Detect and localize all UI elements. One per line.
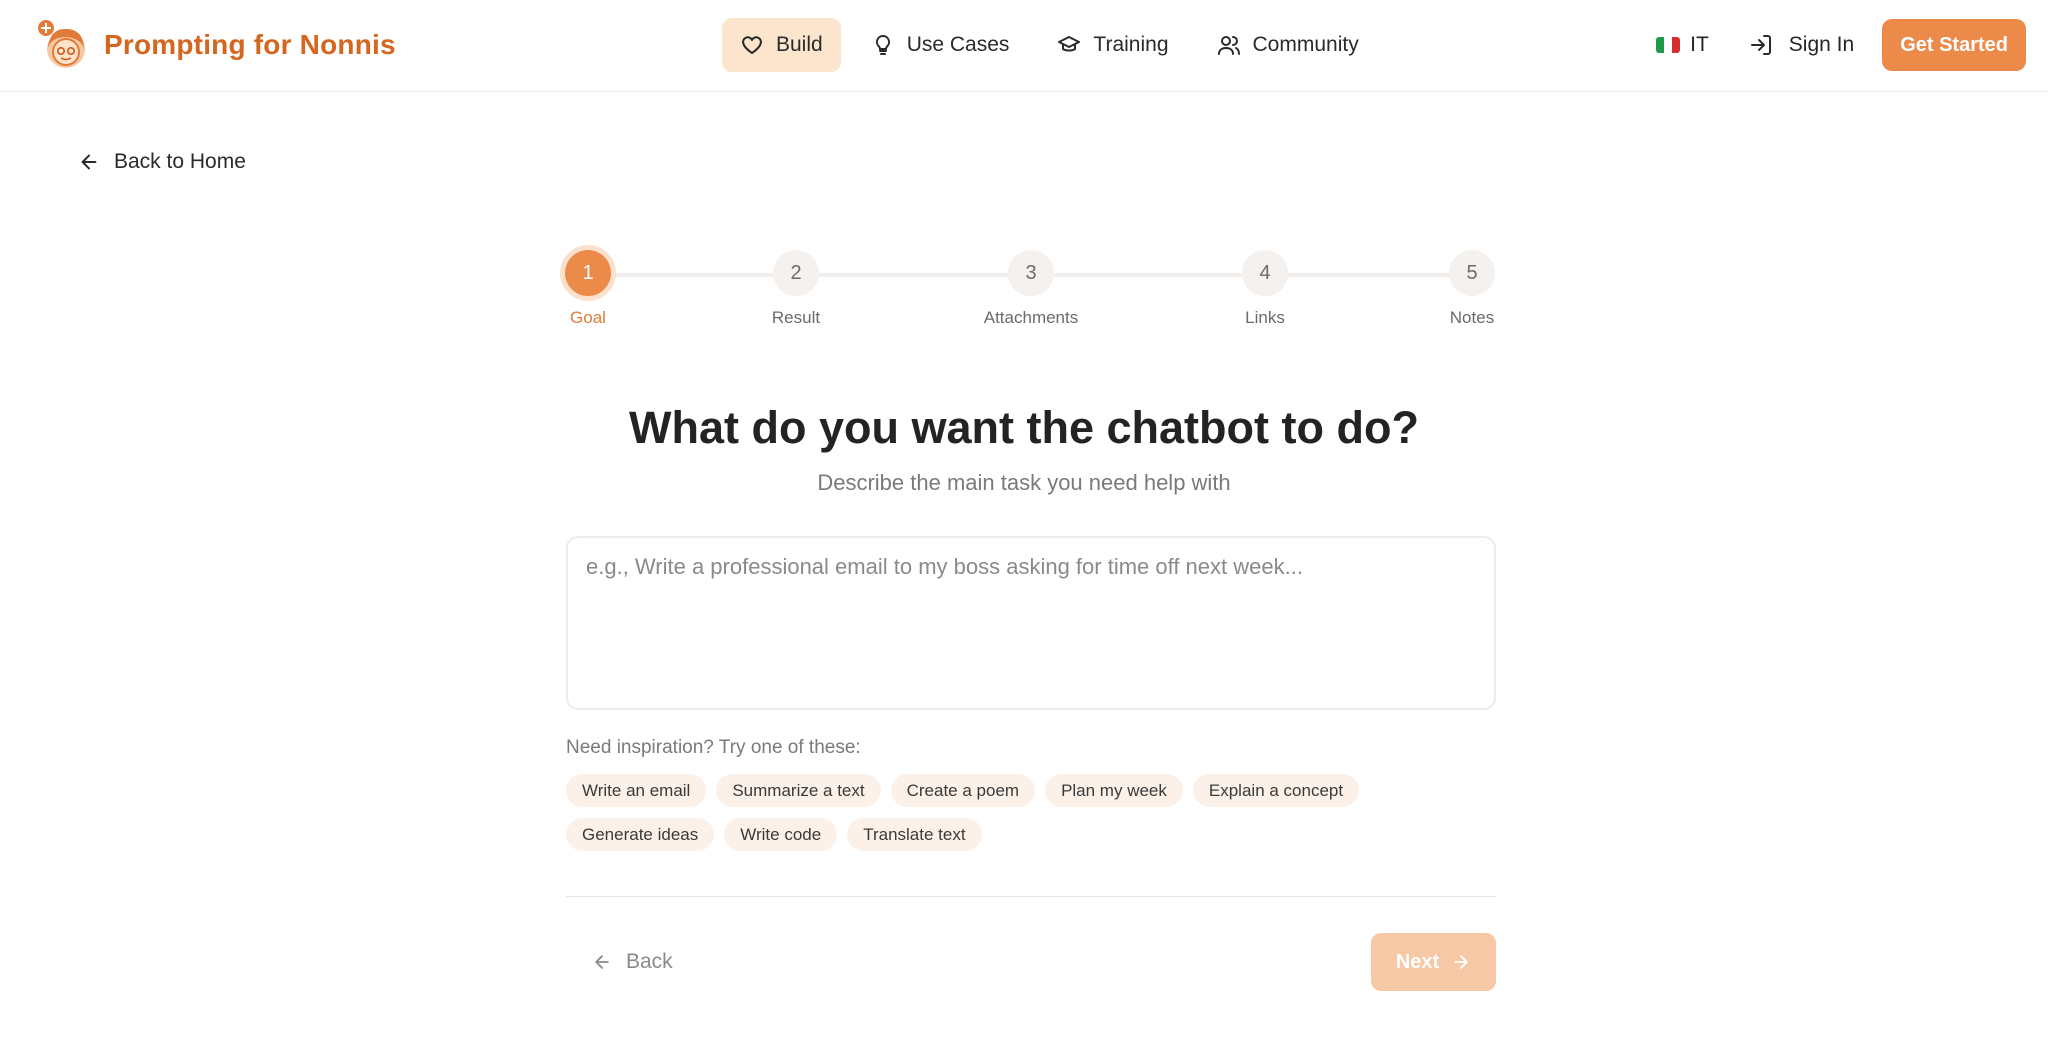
suggestion-chip[interactable]: Generate ideas <box>566 818 715 851</box>
arrow-left-icon <box>595 955 609 969</box>
nav-build-label: Build <box>776 33 823 56</box>
step-links[interactable]: 4 Links <box>1205 250 1325 328</box>
header-actions: IT Sign In Get Started <box>1644 18 2026 72</box>
page-title: What do you want the chatbot to do? <box>629 402 1419 453</box>
step-number: 5 <box>1449 250 1495 296</box>
footer-divider <box>566 896 1496 897</box>
language-switcher[interactable]: IT <box>1644 18 1721 72</box>
step-label: Goal <box>570 308 606 327</box>
sign-in-label: Sign In <box>1788 33 1855 56</box>
next-button-label: Next <box>1395 950 1440 973</box>
step-attachments[interactable]: 3 Attachments <box>971 250 1091 328</box>
log-in-icon <box>1750 35 1771 55</box>
language-code: IT <box>1690 33 1709 56</box>
nav-community[interactable]: Community <box>1199 18 1377 72</box>
step-result[interactable]: 2 Result <box>736 250 856 328</box>
step-label: Notes <box>1449 308 1495 327</box>
back-to-home-label: Back to Home <box>114 150 246 173</box>
brand-name: Prompting for Nonnis <box>104 29 396 60</box>
goal-textarea[interactable] <box>566 536 1496 710</box>
step-notes[interactable]: 5 Notes <box>1412 250 1532 328</box>
suggestion-chips: Write an email Summarize a text Create a… <box>566 774 1496 851</box>
suggestion-chip[interactable]: Create a poem <box>890 774 1036 807</box>
step-number: 3 <box>1008 250 1054 296</box>
heart-icon <box>742 36 762 54</box>
arrow-right-icon <box>1454 955 1468 969</box>
step-goal[interactable]: 1 Goal <box>528 250 648 328</box>
lightbulb-icon <box>875 34 890 55</box>
suggestion-chip[interactable]: Write an email <box>566 774 707 807</box>
arrow-left-icon <box>81 154 97 170</box>
suggestion-chip[interactable]: Translate text <box>847 818 982 851</box>
nav-use-cases-label: Use Cases <box>906 33 1010 56</box>
main-nav: Build Use Cases Training Community <box>722 18 1377 72</box>
suggestion-chip[interactable]: Plan my week <box>1045 774 1183 807</box>
step-label: Links <box>1245 308 1285 327</box>
back-button[interactable]: Back <box>584 933 681 991</box>
nav-training-label: Training <box>1093 33 1169 56</box>
step-label: Result <box>771 308 821 327</box>
back-to-home-link[interactable]: Back to Home <box>78 150 246 174</box>
wizard-stepper: 1 Goal 2 Result 3 Attachments 4 Links 5 … <box>565 248 1496 338</box>
step-label: Attachments <box>983 308 1079 327</box>
step-number: 2 <box>773 250 819 296</box>
graduation-cap-icon <box>1058 36 1081 52</box>
get-started-button[interactable]: Get Started <box>1882 19 2026 71</box>
suggestion-chip[interactable]: Write code <box>724 818 838 851</box>
italy-flag-icon <box>1656 37 1681 53</box>
nav-use-cases[interactable]: Use Cases <box>853 18 1028 72</box>
next-button[interactable]: Next <box>1371 933 1496 991</box>
users-icon <box>1217 36 1240 55</box>
step-number: 4 <box>1242 250 1288 296</box>
grandma-avatar-icon <box>38 20 85 68</box>
nav-community-label: Community <box>1252 33 1359 56</box>
nav-build[interactable]: Build <box>722 18 841 72</box>
inspiration-label: Need inspiration? Try one of these: <box>566 737 861 758</box>
step-number: 1 <box>565 250 611 296</box>
sign-in-button[interactable]: Sign In <box>1737 18 1866 72</box>
nav-training[interactable]: Training <box>1039 18 1186 72</box>
top-header: Prompting for Nonnis Build Use Cases Tra… <box>0 0 2048 92</box>
page-subtitle: Describe the main task you need help wit… <box>817 470 1231 495</box>
back-button-label: Back <box>626 950 673 973</box>
brand-home-link[interactable]: Prompting for Nonnis <box>36 18 396 72</box>
suggestion-chip[interactable]: Explain a concept <box>1192 774 1360 807</box>
suggestion-chip[interactable]: Summarize a text <box>716 774 881 807</box>
